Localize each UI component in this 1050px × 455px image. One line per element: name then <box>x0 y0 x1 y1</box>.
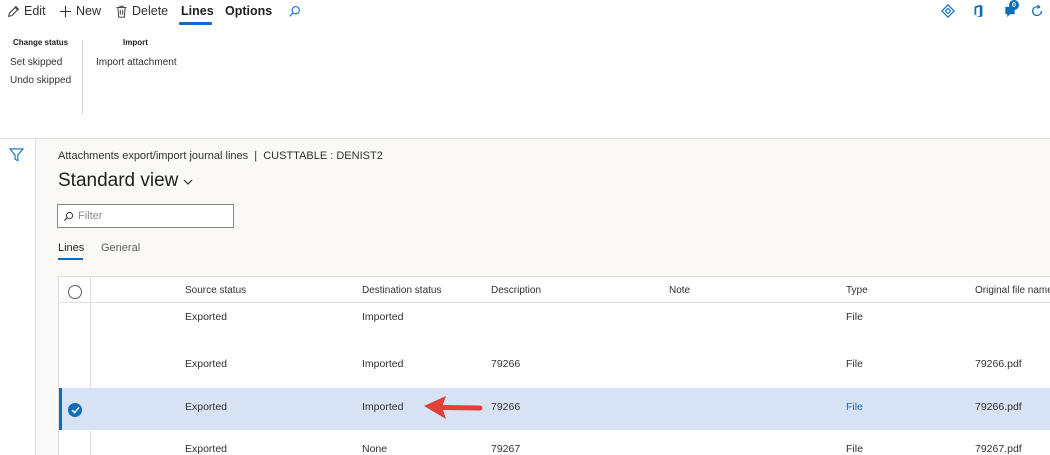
page-title: Standard view <box>58 170 179 191</box>
file-name-cell: 79266.pdf <box>975 401 1022 413</box>
table-row[interactable]: Exported None 79267 File 79267.pdf <box>59 430 1050 455</box>
file-name-cell: 79266.pdf <box>975 358 1022 370</box>
destination-status-cell: None <box>362 443 388 455</box>
search-icon <box>64 211 74 221</box>
funnel-icon <box>8 148 25 162</box>
search-button[interactable] <box>288 0 305 22</box>
filter-field[interactable] <box>57 204 234 228</box>
destination-status-cell: Imported <box>362 311 404 323</box>
source-status-cell: Exported <box>185 358 228 370</box>
undo-skipped-button[interactable]: Undo skipped <box>10 75 71 86</box>
filter-input[interactable] <box>78 210 228 222</box>
edit-button[interactable]: Edit <box>7 0 46 22</box>
column-header-source-status[interactable]: Source status <box>185 285 246 296</box>
diamond-icon <box>941 4 955 18</box>
tab-lines[interactable]: Lines <box>181 0 214 22</box>
plus-icon <box>59 5 72 17</box>
lines-tab-label: Lines <box>181 4 214 18</box>
pencil-icon <box>7 5 20 17</box>
type-cell: File <box>846 311 863 323</box>
new-label: New <box>76 4 102 18</box>
tab-options[interactable]: Options <box>225 0 272 22</box>
lines-grid: Exported Imported File Exported Imported… <box>58 276 1050 455</box>
office-button[interactable] <box>970 2 986 20</box>
file-name-cell: 79267.pdf <box>975 443 1022 455</box>
edit-label: Edit <box>24 4 46 18</box>
column-header-type[interactable]: Type <box>846 285 868 296</box>
column-header-destination-status[interactable]: Destination status <box>362 285 442 296</box>
type-cell: File <box>846 358 863 370</box>
import-attachment-button[interactable]: Import attachment <box>96 57 177 68</box>
column-header-note[interactable]: Note <box>669 285 690 296</box>
delete-button[interactable]: Delete <box>115 0 168 22</box>
checkmark-icon <box>70 406 80 414</box>
refresh-button[interactable] <box>1028 2 1046 20</box>
chevron-down-icon <box>183 179 193 185</box>
filter-pane-button[interactable] <box>8 148 25 167</box>
tab-lines-content[interactable]: Lines <box>58 242 84 254</box>
destination-status-cell: Imported <box>362 401 404 413</box>
left-rail <box>0 139 36 455</box>
notification-badge: 0 <box>1009 0 1019 10</box>
set-skipped-button[interactable]: Set skipped <box>10 57 62 68</box>
source-status-cell: Exported <box>185 443 228 455</box>
annotation-arrow-icon <box>424 396 483 419</box>
import-group-title: Import <box>123 38 148 47</box>
description-cell: 79266 <box>491 358 521 370</box>
breadcrumb: Attachments export/import journal lines … <box>58 150 383 162</box>
trash-icon <box>116 5 127 18</box>
ribbon-divider <box>82 40 83 114</box>
table-row[interactable]: Exported Imported File <box>59 303 1050 345</box>
table-row-selected[interactable]: Exported Imported 79266 File 79266.pdf <box>59 388 1050 430</box>
selection-indicator <box>59 388 62 430</box>
description-cell: 79266 <box>491 401 521 413</box>
table-row[interactable]: Exported Imported 79266 File 79266.pdf <box>59 345 1050 387</box>
refresh-icon <box>1032 4 1042 17</box>
row-checkbox-checked[interactable] <box>68 403 82 417</box>
description-cell: 79267 <box>491 443 521 455</box>
destination-status-cell: Imported <box>362 358 404 370</box>
delete-label: Delete <box>132 4 169 18</box>
view-selector[interactable]: Standard view <box>58 170 193 192</box>
source-status-cell: Exported <box>185 401 228 413</box>
tab-general[interactable]: General <box>101 242 140 254</box>
header-divider <box>90 277 91 303</box>
select-all-checkbox[interactable] <box>68 285 82 299</box>
tab-active-indicator <box>58 258 83 260</box>
options-tab-label: Options <box>225 4 273 18</box>
grid-header: Source status Destination status Descrip… <box>59 277 1050 303</box>
power-apps-button[interactable] <box>939 2 957 20</box>
change-status-group-title: Change status <box>13 38 69 47</box>
type-cell: File <box>846 401 863 413</box>
action-bar: Edit New Delete Lines Options 0 <box>0 0 1050 26</box>
active-tab-indicator <box>179 22 212 25</box>
office-icon <box>974 4 983 18</box>
source-status-cell: Exported <box>185 311 228 323</box>
type-cell: File <box>846 443 863 455</box>
search-icon <box>289 5 300 17</box>
column-header-original-file-name[interactable]: Original file name <box>975 285 1050 296</box>
new-button[interactable]: New <box>59 0 101 22</box>
column-header-description[interactable]: Description <box>491 285 541 296</box>
